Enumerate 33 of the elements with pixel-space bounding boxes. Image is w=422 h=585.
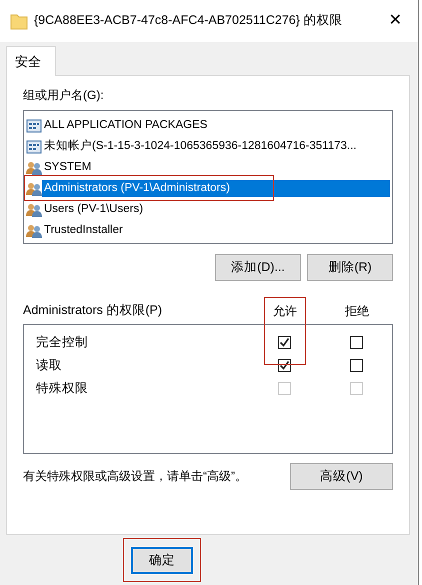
remove-button[interactable]: 删除(R): [307, 254, 393, 281]
user-list-item[interactable]: 未知帐户(S-1-15-3-1024-1065365936-1281604716-351173...: [26, 136, 390, 157]
window-title: {9CA88EE3-ACB7-47c8-AFC4-AB702511C276} 的权限: [34, 12, 344, 30]
ok-button[interactable]: 确定: [131, 546, 193, 574]
user-list-item[interactable]: SYSTEM: [26, 157, 390, 178]
permissions-label: Administrators 的权限(P): [23, 302, 164, 319]
advanced-hint: 有关特殊权限或高级设置，请单击“高级”。: [23, 468, 247, 486]
user-list-item[interactable]: Users (PV-1\Users): [26, 199, 390, 220]
users-icon: [26, 202, 42, 218]
user-list-item[interactable]: TrustedInstaller: [26, 220, 390, 241]
users-icon: [26, 222, 42, 238]
user-list-item[interactable]: ALL APPLICATION PACKAGES: [26, 115, 390, 136]
permission-name: 读取: [35, 356, 63, 374]
app-package-icon: [26, 118, 42, 134]
users-icon: [26, 180, 42, 196]
users-icon: [26, 160, 42, 176]
folder-icon: [10, 12, 28, 30]
permission-name: 完全控制: [35, 334, 89, 351]
checkmark-icon: [278, 336, 290, 348]
allow-column-header: 允许: [273, 302, 297, 320]
group-list-label: 组或用户名(G):: [23, 87, 105, 104]
app-package-icon: [26, 138, 42, 154]
advanced-button[interactable]: 高级(V): [290, 462, 393, 490]
checkbox[interactable]: [350, 336, 362, 349]
checkbox[interactable]: [278, 358, 290, 372]
checkmark-icon: [278, 360, 290, 371]
checkbox[interactable]: [350, 358, 362, 372]
checkbox[interactable]: [278, 336, 290, 349]
deny-column-header: 拒绝: [345, 302, 369, 320]
tab[interactable]: 安全: [6, 46, 56, 76]
permission-name: 特殊权限: [35, 380, 89, 397]
add-button[interactable]: 添加(D)...: [215, 254, 301, 281]
close-button[interactable]: ✕: [382, 8, 408, 33]
